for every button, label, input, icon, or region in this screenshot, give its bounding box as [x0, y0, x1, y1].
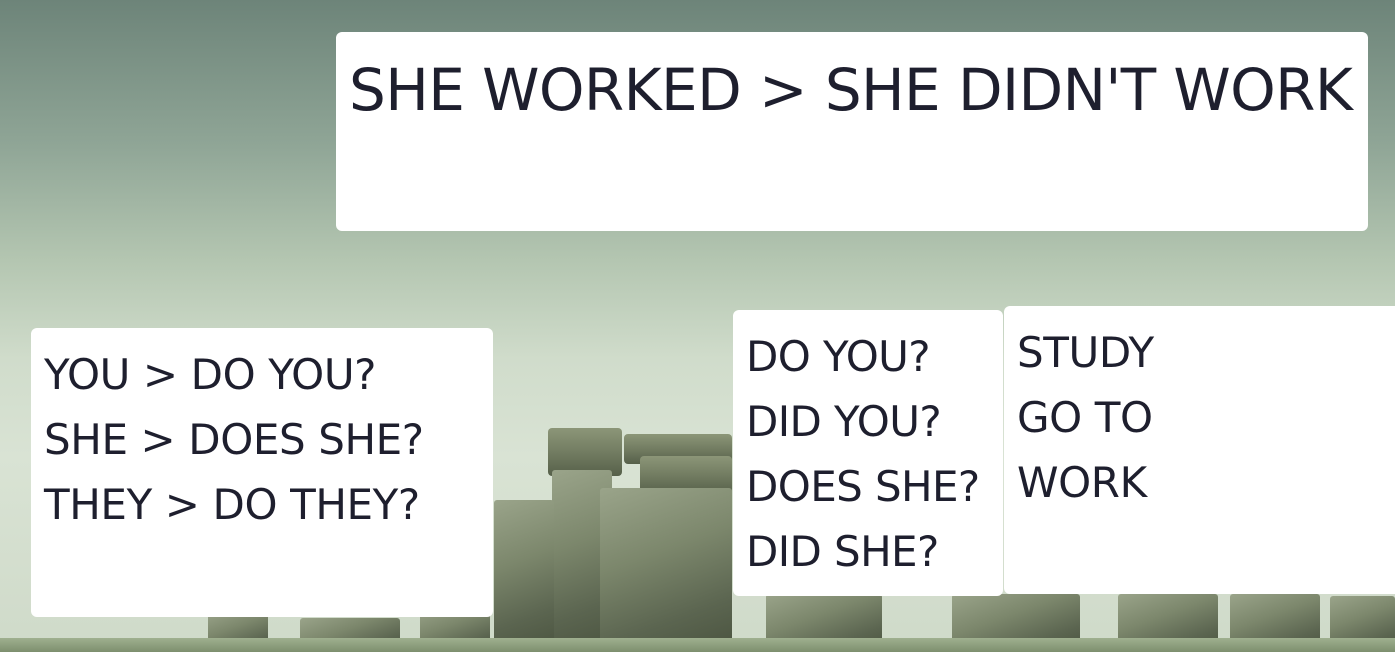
- pronoun-line: THEY > DO THEY?: [44, 480, 420, 529]
- question-line: DOES SHE?: [746, 462, 980, 511]
- title-text: SHE WORKED > SHE DIDN'T WORK: [349, 56, 1353, 124]
- question-line: DID YOU?: [746, 397, 942, 446]
- verb-line: GO TO: [1017, 393, 1153, 442]
- pronoun-line: YOU > DO YOU?: [44, 350, 377, 399]
- verb-line: WORK: [1017, 458, 1147, 507]
- verb-card: STUDY GO TO WORK: [1004, 306, 1395, 594]
- pronoun-question-card: YOU > DO YOU? SHE > DOES SHE? THEY > DO …: [31, 328, 493, 617]
- title-card: SHE WORKED > SHE DIDN'T WORK: [336, 32, 1368, 231]
- verb-line: STUDY: [1017, 328, 1154, 377]
- pronoun-line: SHE > DOES SHE?: [44, 415, 424, 464]
- question-line: DID SHE?: [746, 527, 939, 576]
- question-line: DO YOU?: [746, 332, 931, 381]
- question-forms-card: DO YOU? DID YOU? DOES SHE? DID SHE?: [733, 310, 1003, 596]
